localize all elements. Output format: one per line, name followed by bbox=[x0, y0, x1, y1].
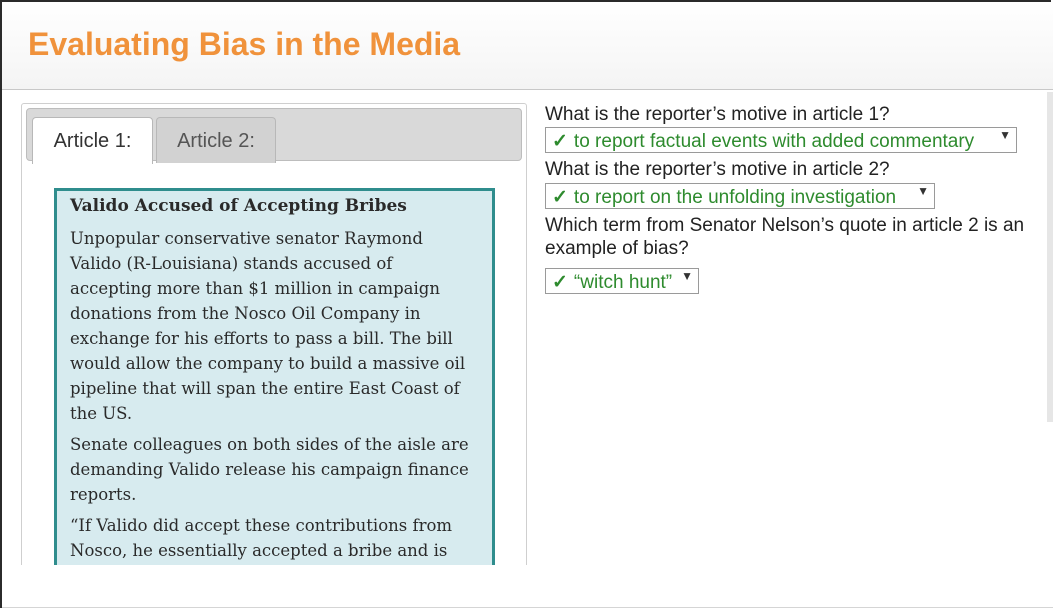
question-2-answer-dropdown[interactable]: ✓ to report on the unfolding investigatio… bbox=[545, 183, 935, 209]
chevron-down-icon: ▼ bbox=[917, 184, 929, 198]
check-icon: ✓ bbox=[552, 131, 568, 152]
question-1-text: What is the reporter’s motive in article… bbox=[545, 104, 890, 125]
article-headline: Valido Accused of Accepting Bribes bbox=[70, 196, 407, 216]
question-2-text: What is the reporter’s motive in article… bbox=[545, 159, 890, 180]
chevron-down-icon: ▼ bbox=[681, 269, 693, 283]
bottom-divider bbox=[2, 607, 1053, 608]
check-icon: ✓ bbox=[552, 272, 568, 293]
article-paragraph: Unpopular conservative senator Raymond V… bbox=[70, 229, 466, 423]
check-icon: ✓ bbox=[552, 187, 568, 208]
article-paragraph: Senate colleagues on both sides of the a… bbox=[70, 435, 469, 504]
tab-article-2[interactable]: Article 2: bbox=[156, 117, 276, 163]
chevron-down-icon: ▼ bbox=[999, 128, 1011, 142]
question-1-answer-dropdown[interactable]: ✓ to report factual events with added com… bbox=[545, 127, 1017, 153]
page-title: Evaluating Bias in the Media bbox=[28, 26, 461, 62]
article-box: Valido Accused of Accepting Bribes Unpop… bbox=[54, 188, 495, 565]
question-3-answer: “witch hunt” bbox=[573, 272, 673, 293]
question-1-answer: to report factual events with added comm… bbox=[573, 131, 975, 152]
content-area: Article 1: Article 2: Valido Accused of … bbox=[2, 90, 1053, 565]
article-tabbar: Article 1: Article 2: bbox=[26, 108, 522, 164]
question-3-text: Which term from Senator Nelson’s quote i… bbox=[545, 215, 1025, 259]
page-header: Evaluating Bias in the Media bbox=[2, 2, 1053, 90]
tab-article-1[interactable]: Article 1: bbox=[32, 117, 153, 164]
question-2-answer: to report on the unfolding investigation bbox=[573, 187, 897, 208]
question-3-answer-dropdown[interactable]: ✓ “witch hunt” ▼ bbox=[545, 268, 699, 294]
article-paragraph: “If Valido did accept these contribution… bbox=[70, 516, 453, 560]
article-panel: Article 1: Article 2: Valido Accused of … bbox=[21, 103, 527, 565]
